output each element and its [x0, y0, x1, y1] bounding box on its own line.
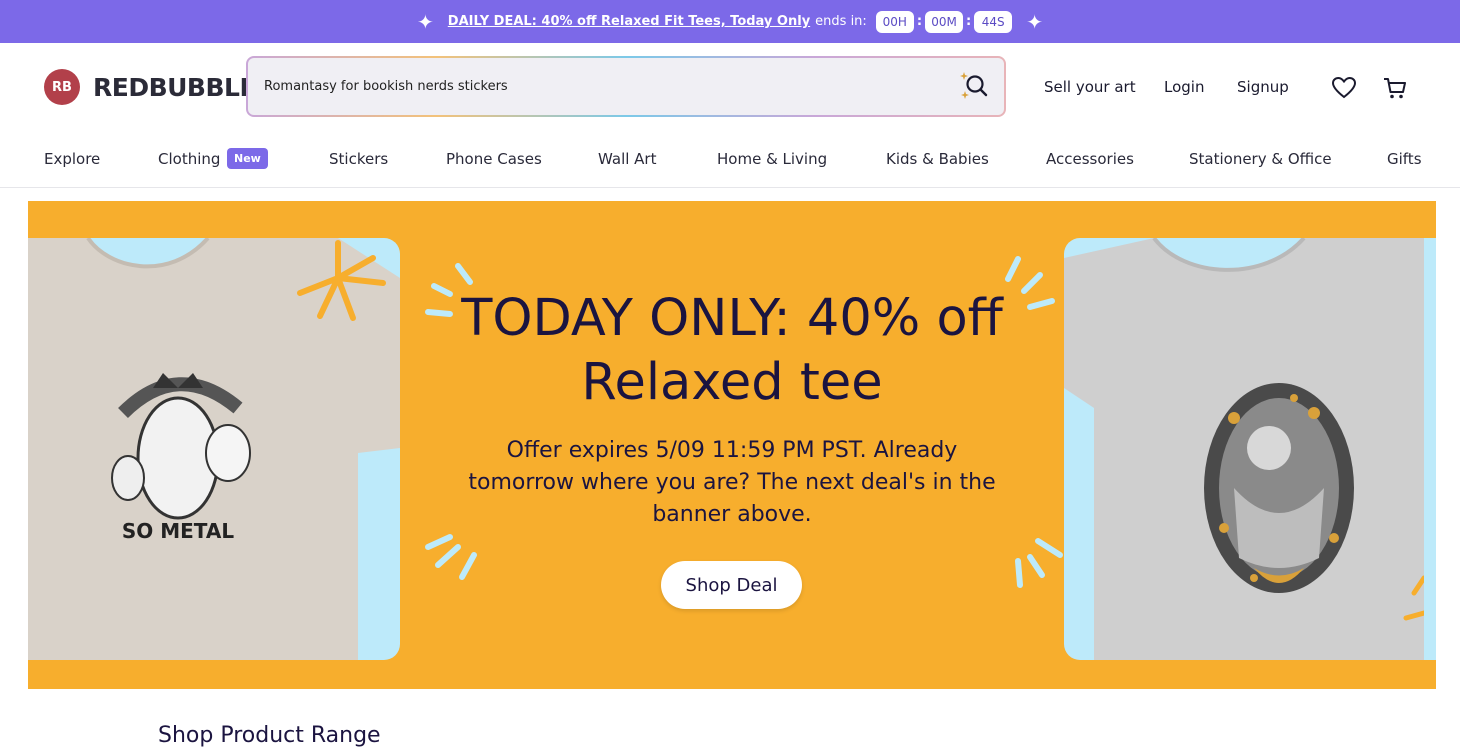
cart-icon[interactable] — [1381, 74, 1409, 102]
sparkle-icon: ✦ — [417, 9, 434, 34]
countdown-separator: : — [966, 14, 972, 29]
countdown-label: ends in: — [815, 14, 867, 29]
burst-decoration — [1015, 538, 1063, 588]
shirt-print-text: SO METAL — [122, 519, 235, 543]
hero-subtitle: Offer expires 5/09 11:59 PM PST. Already… — [468, 438, 996, 527]
nav-item-explore[interactable]: Explore — [44, 150, 100, 168]
nav-item-stationery-office[interactable]: Stationery & Office — [1189, 150, 1332, 168]
sparkle-icon: ✦ — [1026, 9, 1043, 34]
hero-banner[interactable]: SO METAL TODAY ONLY: 40% off Relaxed tee… — [28, 201, 1436, 689]
section-title: Shop Product Range — [158, 723, 381, 748]
nav-item-home-living[interactable]: Home & Living — [717, 150, 827, 168]
countdown-seconds: 44S — [974, 10, 1013, 33]
search-icon[interactable] — [956, 68, 992, 104]
countdown-separator: : — [916, 14, 923, 29]
countdown-hours: 00H — [875, 10, 914, 33]
logo-wordmark: REDBUBBLE — [93, 72, 257, 102]
search-input[interactable] — [264, 79, 924, 94]
hero-title: TODAY ONLY: 40% off Relaxed tee — [461, 289, 1003, 412]
sell-your-art-link[interactable]: Sell your art — [1044, 78, 1136, 96]
login-link[interactable]: Login — [1164, 78, 1204, 96]
nav-item-stickers[interactable]: Stickers — [329, 150, 388, 168]
countdown-minutes: 00M — [925, 10, 964, 33]
category-nav: Explore Clothing New Stickers Phone Case… — [0, 132, 1460, 188]
promo-banner: ✦ DAILY DEAL: 40% off Relaxed Fit Tees, … — [0, 0, 1460, 43]
signup-link[interactable]: Signup — [1237, 78, 1289, 96]
daily-deal-link[interactable]: DAILY DEAL: 40% off Relaxed Fit Tees, To… — [448, 14, 810, 29]
nav-item-accessories[interactable]: Accessories — [1046, 150, 1134, 168]
nav-item-wall-art[interactable]: Wall Art — [598, 150, 656, 168]
hero-image-right — [1064, 238, 1436, 660]
search-field-container — [248, 58, 1004, 115]
logo-mark: RB — [44, 69, 80, 105]
nav-item-phone-cases[interactable]: Phone Cases — [446, 150, 542, 168]
heart-icon[interactable] — [1330, 74, 1358, 102]
nav-item-clothing[interactable]: Clothing — [158, 150, 220, 168]
shop-deal-button[interactable]: Shop Deal — [661, 561, 802, 609]
nav-item-kids-babies[interactable]: Kids & Babies — [886, 150, 989, 168]
burst-decoration — [425, 534, 477, 580]
logo[interactable]: RB REDBUBBLE — [44, 69, 257, 105]
new-badge: New — [227, 148, 268, 169]
search-bar — [246, 56, 1006, 117]
nav-item-gifts[interactable]: Gifts — [1387, 150, 1422, 168]
hero-image-left: SO METAL — [28, 238, 400, 660]
